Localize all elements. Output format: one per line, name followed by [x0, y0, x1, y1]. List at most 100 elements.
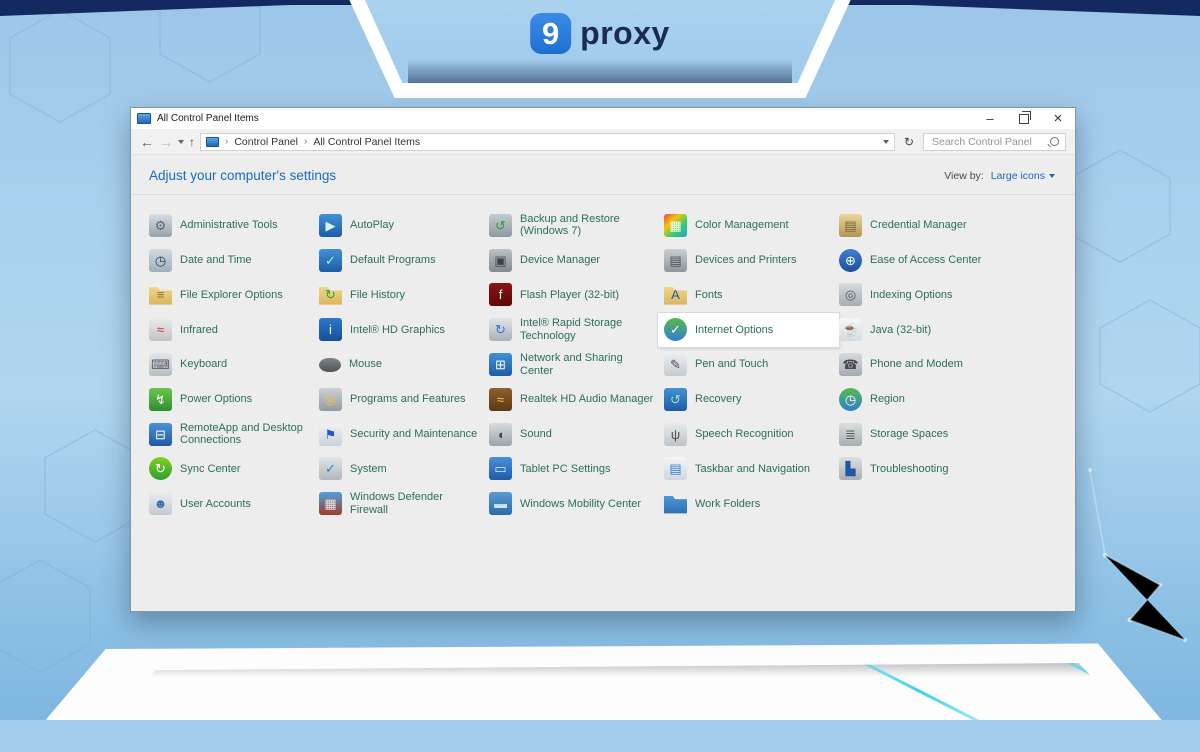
item-windows-defender-firewall[interactable]: ▦Windows Defender Firewall [313, 487, 489, 521]
item-devices-and-printers[interactable]: ▤Devices and Printers [658, 243, 839, 277]
tablet-pc-settings-icon: ▭ [489, 457, 512, 480]
item-indexing-options[interactable]: ◎Indexing Options [833, 278, 1061, 312]
item-device-manager[interactable]: ▣Device Manager [483, 243, 664, 277]
item-label: Intel® HD Graphics [350, 324, 445, 337]
item-region[interactable]: ◷Region [833, 382, 1061, 416]
item-label: Troubleshooting [870, 463, 948, 476]
breadcrumb-separator: › [225, 136, 228, 147]
work-folders-icon [664, 492, 687, 515]
item-label: Tablet PC Settings [520, 463, 611, 476]
item-backup-and-restore-windows-7[interactable]: ↺Backup and Restore (Windows 7) [483, 208, 664, 242]
item-tablet-pc-settings[interactable]: ▭ Tablet PC Settings [483, 452, 664, 486]
fonts-icon: A [664, 283, 687, 306]
item-label: Pen and Touch [695, 358, 768, 371]
back-button[interactable]: ← [140, 134, 154, 150]
item-troubleshooting[interactable]: ▙Troubleshooting [833, 452, 1061, 486]
item-system[interactable]: ✓System [313, 452, 489, 486]
color-management-icon: ▦ [664, 214, 687, 237]
search-box [923, 133, 1066, 151]
item-sync-center[interactable]: ↻ Sync Center [143, 452, 319, 486]
refresh-button[interactable]: ↻ [900, 135, 918, 149]
item-color-management[interactable]: ▦ Color Management [658, 208, 839, 242]
forward-button[interactable]: → [159, 134, 173, 150]
control-panel-app-icon [137, 113, 151, 124]
search-input[interactable] [930, 135, 1046, 149]
item-programs-and-features[interactable]: ◎Programs and Features [313, 382, 489, 416]
item-network-and-sharing-center[interactable]: ⊞Network and Sharing Center [483, 348, 664, 382]
up-button[interactable]: ↑ [189, 135, 195, 149]
recovery-icon: ↺ [664, 388, 687, 411]
minimize-button[interactable]: – [973, 108, 1007, 129]
item-default-programs[interactable]: ✓Default Programs [313, 243, 489, 277]
windows-defender-firewall-icon: ▦ [319, 492, 342, 515]
item-file-history[interactable]: ↻File History [313, 278, 489, 312]
file-history-icon: ↻ [319, 283, 342, 306]
item-label: Storage Spaces [870, 428, 948, 441]
item-label: Sync Center [180, 463, 241, 476]
item-autoplay[interactable]: ▶AutoPlay [313, 208, 489, 242]
item-intel-hd-graphics[interactable]: iIntel® HD Graphics [313, 313, 489, 347]
item-file-explorer-options[interactable]: ≡File Explorer Options [143, 278, 319, 312]
power-options-icon: ↯ [149, 388, 172, 411]
item-taskbar-and-navigation[interactable]: ▤Taskbar and Navigation [658, 452, 839, 486]
item-infrared[interactable]: ≈Infrared [143, 313, 319, 347]
autoplay-icon: ▶ [319, 214, 342, 237]
system-icon: ✓ [319, 457, 342, 480]
recent-pages-dropdown-icon[interactable] [178, 140, 184, 144]
item-label: Devices and Printers [695, 254, 797, 267]
phone-and-modem-icon: ☎ [839, 353, 862, 376]
view-by-label: View by: [944, 170, 984, 182]
item-power-options[interactable]: ↯Power Options [143, 382, 319, 416]
item-label: Programs and Features [350, 393, 466, 406]
item-label: Infrared [180, 324, 218, 337]
item-speech-recognition[interactable]: ψSpeech Recognition [658, 417, 839, 451]
item-phone-and-modem[interactable]: ☎Phone and Modem [833, 348, 1061, 382]
item-recovery[interactable]: ↺Recovery [658, 382, 839, 416]
item-flash-player-32-bit[interactable]: fFlash Player (32-bit) [483, 278, 664, 312]
address-dropdown-icon[interactable] [883, 140, 889, 144]
item-label: Device Manager [520, 254, 600, 267]
item-remoteapp-and-desktop-connections[interactable]: ⊟RemoteApp and Desktop Connections [143, 417, 319, 451]
item-keyboard[interactable]: ⌨Keyboard [143, 348, 319, 382]
address-bar[interactable]: › Control Panel › All Control Panel Item… [200, 133, 895, 151]
item-label: Credential Manager [870, 219, 967, 232]
search-icon[interactable] [1050, 137, 1059, 146]
item-intel-rapid-storage-technology[interactable]: ↻Intel® Rapid Storage Technology [483, 313, 664, 347]
item-label: Region [870, 393, 905, 406]
control-panel-window: All Control Panel Items – × ← → ↑ › Cont… [130, 107, 1076, 612]
item-mouse[interactable]: Mouse [313, 348, 489, 382]
item-label: Java (32-bit) [870, 324, 931, 337]
item-label: File Explorer Options [180, 289, 283, 302]
close-button[interactable]: × [1041, 108, 1075, 129]
top-banner: 9 proxy [340, 0, 860, 98]
item-label: Indexing Options [870, 289, 953, 302]
item-label: User Accounts [180, 498, 251, 511]
item-user-accounts[interactable]: ☻User Accounts [143, 487, 319, 521]
restore-icon [1019, 114, 1029, 124]
item-label: Color Management [695, 219, 789, 232]
item-pen-and-touch[interactable]: ✎Pen and Touch [658, 348, 839, 382]
item-date-and-time[interactable]: ◷Date and Time [143, 243, 319, 277]
view-by-dropdown[interactable]: Large icons [991, 170, 1055, 182]
item-credential-manager[interactable]: ▤Credential Manager [833, 208, 1061, 242]
security-and-maintenance-icon: ⚑ [319, 423, 342, 446]
item-internet-options[interactable]: ✓Internet Options [658, 313, 839, 347]
item-label: Network and Sharing Center [520, 352, 658, 377]
item-windows-mobility-center[interactable]: ▬Windows Mobility Center [483, 487, 664, 521]
item-ease-of-access-center[interactable]: ⊕Ease of Access Center [833, 243, 1061, 277]
item-label: Speech Recognition [695, 428, 793, 441]
breadcrumb-control-panel[interactable]: Control Panel [234, 136, 298, 148]
sync-center-icon: ↻ [149, 457, 172, 480]
item-sound[interactable]: ◖Sound [483, 417, 664, 451]
item-administrative-tools[interactable]: ⚙Administrative Tools [143, 208, 319, 242]
item-storage-spaces[interactable]: ≣Storage Spaces [833, 417, 1061, 451]
internet-options-icon: ✓ [664, 318, 687, 341]
item-realtek-hd-audio-manager[interactable]: ≈Realtek HD Audio Manager [483, 382, 664, 416]
item-label: Taskbar and Navigation [695, 463, 810, 476]
breadcrumb-all-items[interactable]: All Control Panel Items [313, 136, 420, 148]
restore-button[interactable] [1007, 108, 1041, 129]
item-security-and-maintenance[interactable]: ⚑Security and Maintenance [313, 417, 489, 451]
item-java-32-bit[interactable]: ☕Java (32-bit) [833, 313, 1061, 347]
item-fonts[interactable]: AFonts [658, 278, 839, 312]
item-work-folders[interactable]: Work Folders [658, 487, 839, 521]
